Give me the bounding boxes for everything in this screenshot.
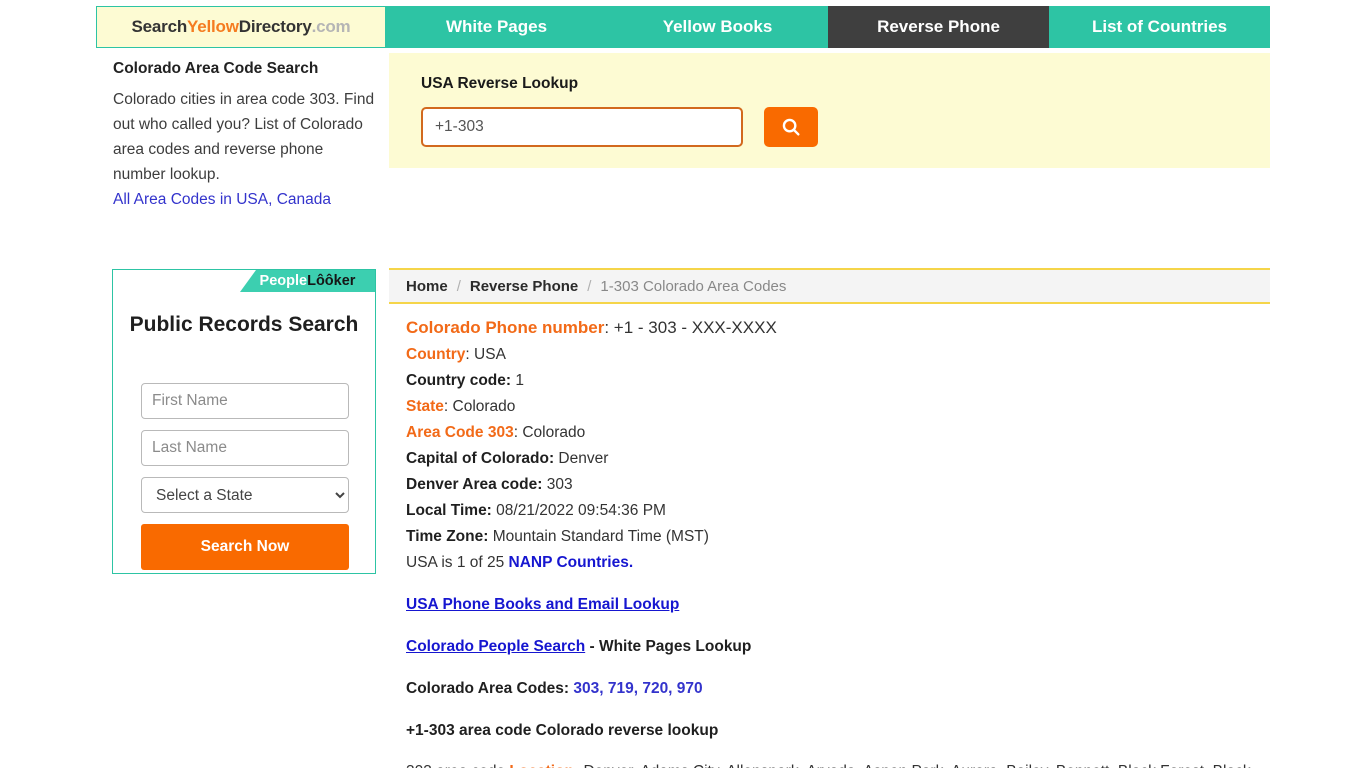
phone-search-input[interactable] [421,107,743,147]
intro-text: Colorado cities in area code 303. Find o… [113,91,375,183]
reverse-lookup-subtitle-row: +1-303 area code Colorado reverse lookup [406,718,1266,744]
main-nav: White Pages Yellow Books Reverse Phone L… [386,6,1270,48]
detail-denver-area-code: Denver Area code: 303 [406,472,1266,498]
people-search-suffix: - White Pages Lookup [585,638,752,655]
detail-capital: Capital of Colorado: Denver [406,446,1266,472]
detail-country-code: Country code: 1 [406,368,1266,394]
last-name-input[interactable] [141,430,349,466]
colorado-area-codes-label: Colorado Area Codes: [406,680,570,697]
phone-books-link-row: USA Phone Books and Email Lookup [406,592,1266,618]
public-records-form: Select a State Search Now [141,383,349,570]
peoplelooker-badge-looker: Lôôker [307,273,356,289]
detail-state: State: Colorado [406,394,1266,420]
nav-item-list-of-countries[interactable]: List of Countries [1049,6,1270,48]
locations-row: 303 area code Location: Denver, Adams Ci… [406,758,1266,768]
breadcrumb-home[interactable]: Home [406,278,448,295]
detail-country-value: : USA [465,346,506,363]
detail-country: Country: USA [406,342,1266,368]
site-header: Search Yellow Directory .com White Pages Ye… [96,6,1270,48]
page-root: Search Yellow Directory .com White Pages Ye… [0,0,1366,768]
detail-local-time-label: Local Time: [406,502,492,519]
reverse-lookup-panel: USA Reverse Lookup [389,53,1270,168]
detail-nanp-prefix: USA is 1 of 25 [406,554,509,571]
detail-state-value: : Colorado [443,398,516,415]
reverse-lookup-title: USA Reverse Lookup [421,75,579,92]
logo-part-search: Search [131,17,188,36]
breadcrumb-current: 1-303 Colorado Area Codes [600,277,787,295]
search-now-button[interactable]: Search Now [141,524,349,570]
detail-capital-value: Denver [554,450,609,467]
locations-prefix: 303 area code [406,763,509,768]
peoplelooker-badge: People Lôôker [240,270,375,292]
nanp-countries-link[interactable]: NANP Countries. [509,554,634,571]
detail-capital-label: Capital of Colorado: [406,450,555,467]
people-search-link-row: Colorado People Search - White Pages Loo… [406,634,1266,660]
colorado-area-codes-row: Colorado Area Codes: 303, 719, 720, 970 [406,676,1266,702]
detail-phone-number-label: Colorado Phone number [406,318,605,337]
state-select[interactable]: Select a State [141,477,349,513]
detail-area-code-label: Area Code 303 [406,424,514,441]
detail-country-label: Country [406,346,466,363]
detail-area-code: Area Code 303: Colorado [406,420,1266,446]
first-name-input[interactable] [141,383,349,419]
public-records-widget: PeopleLôôker Public Records Search Selec… [112,269,376,574]
detail-phone-number: Colorado Phone number: +1 - 303 - XXX-XX… [406,314,1266,342]
nav-item-white-pages[interactable]: White Pages [386,6,607,48]
area-code-details: Colorado Phone number: +1 - 303 - XXX-XX… [406,314,1266,768]
detail-local-time-value: 08/21/2022 09:54:36 PM [491,502,666,519]
locations-label: Location: [509,763,579,768]
search-icon [780,116,802,138]
detail-time-zone-value: Mountain Standard Time (MST) [488,528,709,545]
logo-part-com: .com [311,17,351,36]
logo-part-directory: Directory [238,17,312,36]
detail-denver-area-code-label: Denver Area code: [406,476,543,493]
peoplelooker-badge-people: People [259,273,308,289]
all-area-codes-link[interactable]: All Area Codes in USA, Canada [113,187,331,212]
reverse-lookup-form [421,107,818,147]
nav-item-reverse-phone[interactable]: Reverse Phone [828,6,1049,48]
detail-phone-number-value: : +1 - 303 - XXX-XXXX [604,318,777,337]
widget-title: Public Records Search [129,313,359,336]
reverse-lookup-subtitle: +1-303 area code Colorado reverse lookup [406,722,719,739]
detail-denver-area-code-value: 303 [542,476,573,493]
page-title: Colorado Area Code Search [113,60,319,77]
detail-time-zone-label: Time Zone: [406,528,489,545]
colorado-area-codes-values[interactable]: 303, 719, 720, 970 [573,680,702,697]
site-logo[interactable]: Search Yellow Directory .com [96,6,386,48]
detail-state-label: State [406,398,444,415]
nav-item-yellow-books[interactable]: Yellow Books [607,6,828,48]
breadcrumb-separator-1: / [456,277,461,295]
detail-local-time: Local Time: 08/21/2022 09:54:36 PM [406,498,1266,524]
breadcrumb: Home / Reverse Phone / 1-303 Colorado Ar… [389,268,1270,304]
logo-part-yellow: Yellow [187,17,239,36]
detail-area-code-value: : Colorado [513,424,586,441]
colorado-people-search-link[interactable]: Colorado People Search [406,638,585,655]
breadcrumb-separator-2: / [587,277,592,295]
usa-phone-books-link[interactable]: USA Phone Books and Email Lookup [406,596,679,613]
detail-nanp: USA is 1 of 25 NANP Countries. [406,550,1266,576]
detail-country-code-label: Country code: [406,372,512,389]
intro-block: Colorado Area Code Search Colorado citie… [113,60,375,212]
detail-time-zone: Time Zone: Mountain Standard Time (MST) [406,524,1266,550]
detail-country-code-value: 1 [511,372,524,389]
phone-search-button[interactable] [764,107,818,147]
breadcrumb-reverse-phone[interactable]: Reverse Phone [470,278,578,295]
